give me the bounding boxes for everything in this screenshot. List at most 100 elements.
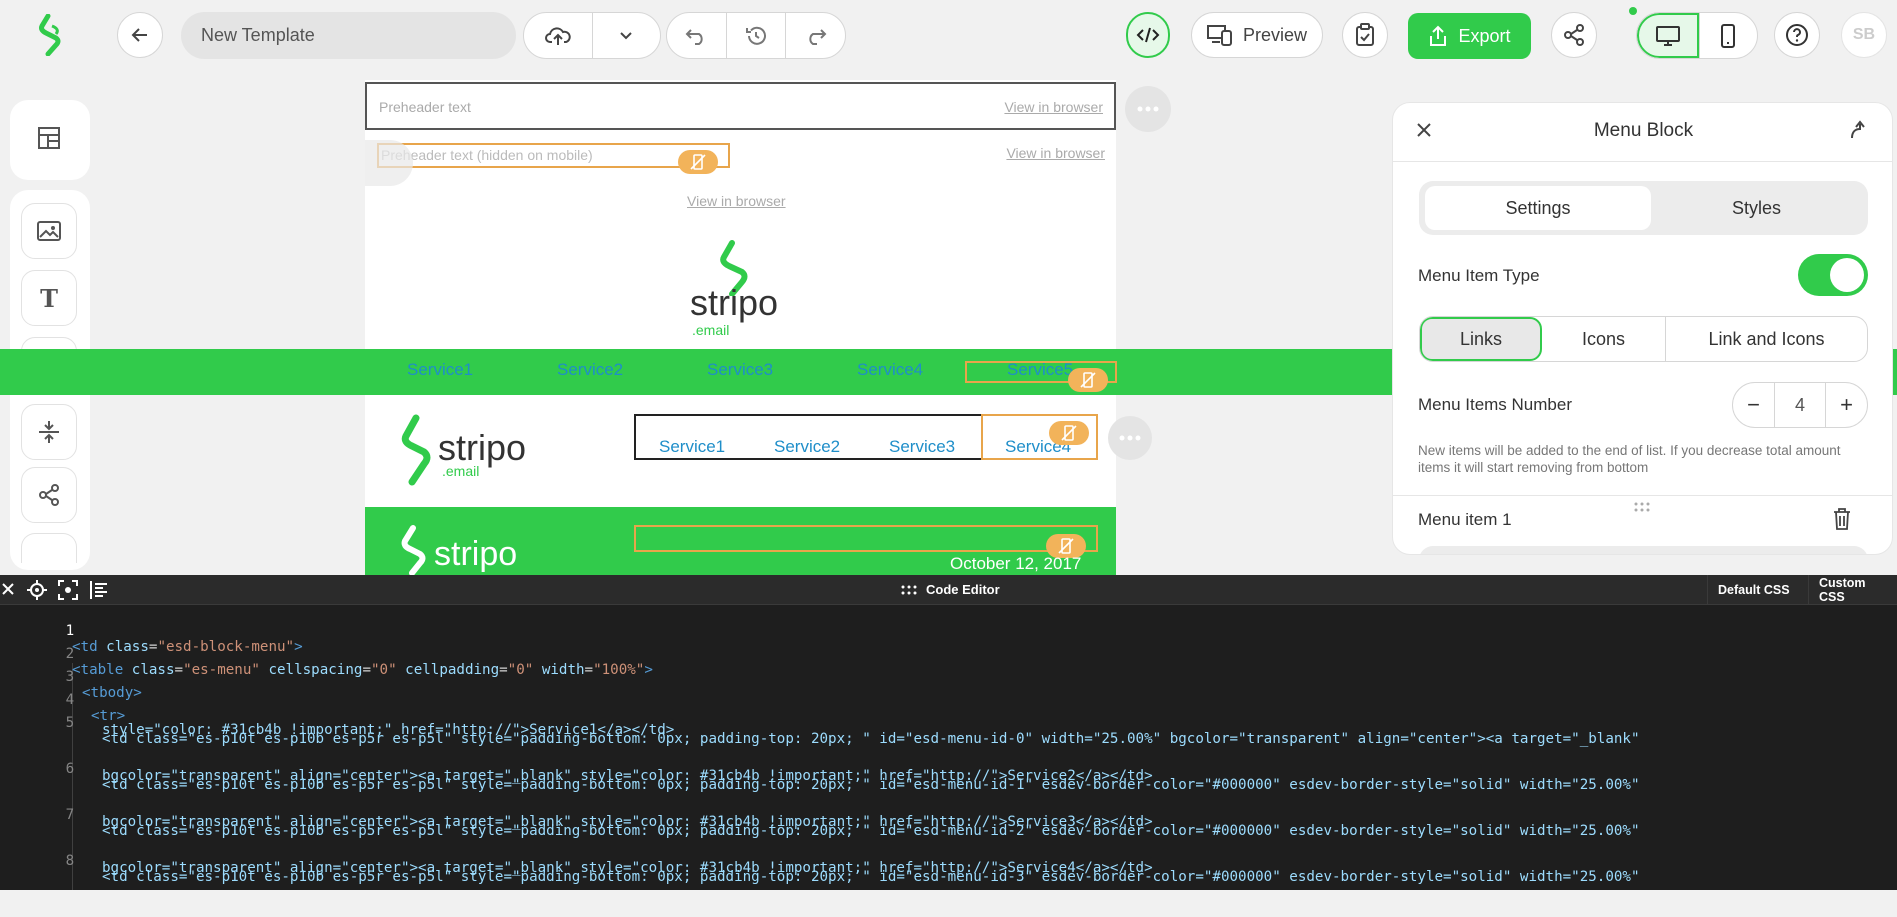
row-handle-left[interactable] [365, 140, 413, 186]
history-icon [746, 26, 766, 45]
export-button[interactable]: Export [1408, 13, 1531, 59]
code-text-wrap: bgcolor="transparent" align="center"><a … [102, 860, 1153, 876]
tab-settings[interactable]: Settings [1425, 186, 1651, 230]
type-icons[interactable]: Icons [1542, 317, 1666, 361]
code-line-5[interactable]: 5 <td class="es-p10t es-p10b es-p5r es-p… [0, 699, 1897, 747]
spacer-block-tool[interactable] [21, 404, 77, 460]
menu-item-service3[interactable]: Service3 [707, 360, 773, 380]
chevron-down-icon [620, 31, 632, 39]
view-in-browser-link[interactable]: View in browser [1004, 99, 1103, 115]
desktop-view-button[interactable] [1637, 13, 1699, 58]
locate-element-button[interactable] [26, 579, 48, 601]
mobile-view-button[interactable] [1698, 13, 1758, 58]
help-button[interactable] [1774, 12, 1820, 58]
top-toolbar: New Template Preview Export SB [0, 0, 1897, 75]
type-segmented: Links Icons Link and Icons [1419, 316, 1868, 362]
more-horizontal-icon [1119, 435, 1141, 441]
save-dropdown-button[interactable] [591, 13, 661, 58]
arrow-left-icon [131, 28, 147, 42]
code-text-wrap: bgcolor="transparent" align="center"><a … [102, 814, 1153, 830]
menu-item-service1[interactable]: Service1 [407, 360, 473, 380]
line-number: 8 [65, 853, 75, 869]
undo-icon [685, 28, 703, 45]
image-block-tool[interactable] [21, 203, 77, 259]
template-name-input[interactable]: New Template [181, 12, 516, 59]
export-icon [1430, 25, 1447, 46]
date-hidden-frame[interactable] [634, 525, 1098, 552]
menu-item-service2[interactable]: Service2 [557, 360, 623, 380]
row-logo[interactable]: stripo .email [400, 414, 550, 486]
history-button[interactable] [725, 13, 786, 58]
select-parent-button[interactable] [1847, 119, 1865, 139]
export-label: Export [1458, 25, 1511, 46]
code-line-4[interactable]: 4 <tr> [0, 676, 1897, 724]
code-line-6[interactable]: 6 <td class="es-p10t es-p10b es-p5r es-p… [0, 745, 1897, 793]
avatar[interactable]: SB [1841, 12, 1887, 58]
panel-title: Menu Block [1593, 120, 1694, 141]
custom-css-tab[interactable]: Custom CSS [1808, 575, 1897, 605]
default-css-tab[interactable]: Default CSS [1707, 575, 1800, 605]
items-number-value[interactable]: 4 [1775, 395, 1825, 416]
select-element-button[interactable] [57, 579, 79, 601]
image-icon [37, 221, 61, 241]
menu-block-service1[interactable]: Service1 [659, 437, 725, 457]
code-line-2[interactable]: 2 <table class="es-menu" cellspacing="0"… [0, 630, 1897, 678]
arrow-up-turn-icon [1851, 120, 1865, 139]
menu-item-1-label[interactable]: Menu item 1 [1418, 510, 1512, 530]
code-line-8[interactable]: 8 <td class="es-p10t es-p10b es-p5r es-p… [0, 837, 1897, 885]
mobile-icon [1721, 23, 1736, 48]
preheader-row[interactable]: Preheader text View in browser [365, 82, 1116, 130]
code-editor-header: Code Editor Default CSS Custom CSS [0, 575, 1897, 605]
header-logo[interactable]: stripo .email [690, 240, 800, 340]
close-editor-button[interactable] [1, 582, 15, 596]
text-block-tool[interactable]: T [21, 270, 77, 326]
type-link-and-icons[interactable]: Link and Icons [1666, 317, 1867, 361]
focus-icon [58, 580, 78, 600]
online-indicator [1629, 7, 1637, 15]
undo-button[interactable] [667, 13, 726, 58]
decrease-items-button[interactable]: − [1733, 383, 1775, 427]
code-line-3[interactable]: 3 <tbody> [0, 653, 1897, 701]
spacer-icon [39, 421, 59, 443]
text-icon: T [40, 283, 58, 313]
code-line-7[interactable]: 7 <td class="es-p10t es-p10b es-p5r es-p… [0, 791, 1897, 839]
row-options-button-2[interactable] [1108, 416, 1152, 460]
code-text-wrap: bgcolor="transparent" align="center"><a … [102, 768, 1153, 784]
back-button[interactable] [117, 12, 163, 58]
hidden-on-mobile-icon-3 [1049, 421, 1089, 445]
menu-item-type-toggle[interactable] [1798, 254, 1868, 296]
preview-button[interactable]: Preview [1191, 12, 1323, 58]
stripo-logo-icon[interactable] [38, 14, 66, 56]
type-links[interactable]: Links [1420, 317, 1542, 361]
band-logo[interactable]: stripo [400, 525, 560, 575]
delete-menu-item-button[interactable] [1832, 507, 1852, 531]
menu-item-1-field[interactable] [1419, 546, 1868, 554]
menu-block-service3[interactable]: Service3 [889, 437, 955, 457]
redo-button[interactable] [785, 13, 845, 58]
row-options-button[interactable] [1125, 86, 1171, 132]
social-block-tool[interactable] [21, 467, 77, 523]
test-button[interactable] [1342, 12, 1388, 58]
code-editor-toggle-button[interactable] [1126, 12, 1170, 58]
code-line-1[interactable]: 1 <td class="esd-block-menu"> [0, 607, 1897, 655]
format-code-button[interactable] [88, 579, 110, 601]
save-cloud-button[interactable] [524, 13, 592, 58]
structures-tool[interactable] [21, 110, 77, 166]
preheader-hidden-block[interactable]: Preheader text (hidden on mobile) [377, 143, 730, 168]
more-horizontal-icon [1137, 106, 1159, 112]
code-icon [1136, 27, 1160, 43]
menu-block-service2[interactable]: Service2 [774, 437, 840, 457]
more-blocks-tool[interactable] [21, 533, 77, 563]
tab-styles[interactable]: Styles [1651, 186, 1862, 230]
view-in-browser-link-2[interactable]: View in browser [1006, 145, 1105, 161]
view-in-browser-link-3[interactable]: View in browser [687, 193, 786, 209]
line-number: 5 [65, 715, 75, 731]
increase-items-button[interactable]: + [1825, 383, 1867, 427]
menu-item-service4[interactable]: Service4 [857, 360, 923, 380]
editor-title-wrap[interactable]: Code Editor [900, 582, 1000, 597]
share-button[interactable] [1551, 12, 1597, 58]
hidden-on-mobile-icon-2 [1068, 368, 1108, 392]
layout-icon [38, 127, 60, 149]
drag-handle-icon[interactable] [1633, 501, 1651, 513]
settings-panel: Menu Block Settings Styles Menu Item Typ… [1392, 102, 1893, 555]
